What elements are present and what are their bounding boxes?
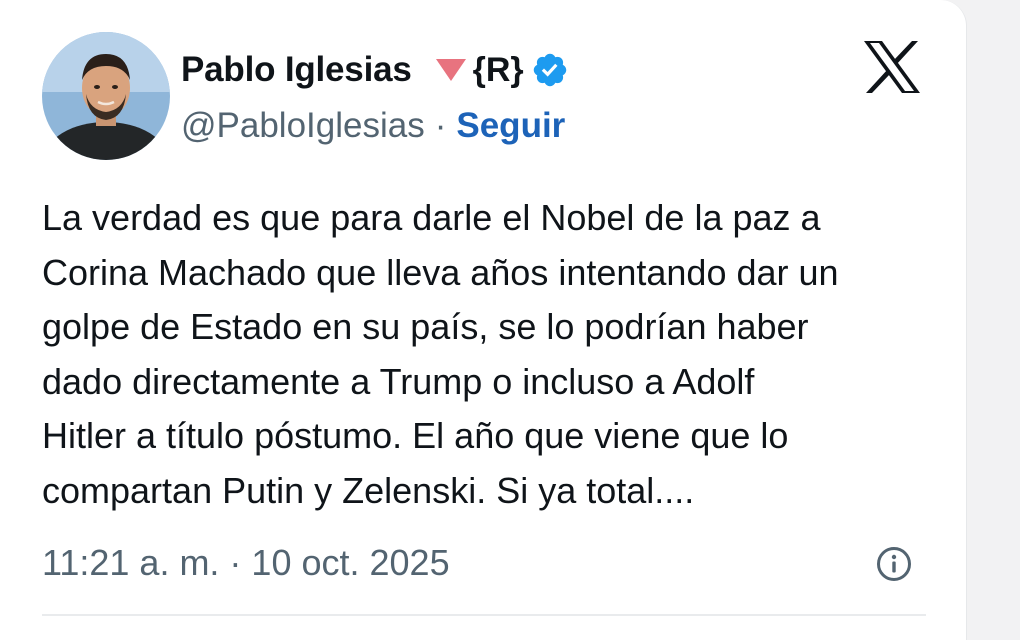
author-handle-row: @PabloIglesias · Seguir [181, 104, 565, 148]
verified-badge-icon [533, 53, 566, 87]
separator-dot: · [434, 106, 447, 145]
info-icon[interactable] [875, 545, 913, 583]
affiliation-badge: {R} [472, 50, 524, 89]
x-logo-icon[interactable] [862, 40, 922, 94]
author-handle[interactable]: @PabloIglesias [181, 106, 425, 146]
tweet-meta: 11:21 a. m. · 10 oct. 2025 [42, 536, 450, 590]
follow-button[interactable]: Seguir [456, 106, 565, 146]
red-down-triangle-icon [435, 59, 466, 81]
tweet-timestamp[interactable]: 11:21 a. m. · 10 oct. 2025 [42, 542, 450, 584]
avatar[interactable] [42, 32, 170, 160]
tweet-text: La verdad es que para darle el Nobel de … [42, 197, 839, 511]
tweet-card: Pablo Iglesias {R} @PabloIglesias · Segu… [0, 0, 967, 640]
author-name-row: Pablo Iglesias {R} [181, 48, 569, 92]
author-display-name[interactable]: Pablo Iglesias [181, 50, 412, 90]
divider [42, 614, 926, 616]
avatar-photo [42, 32, 170, 160]
